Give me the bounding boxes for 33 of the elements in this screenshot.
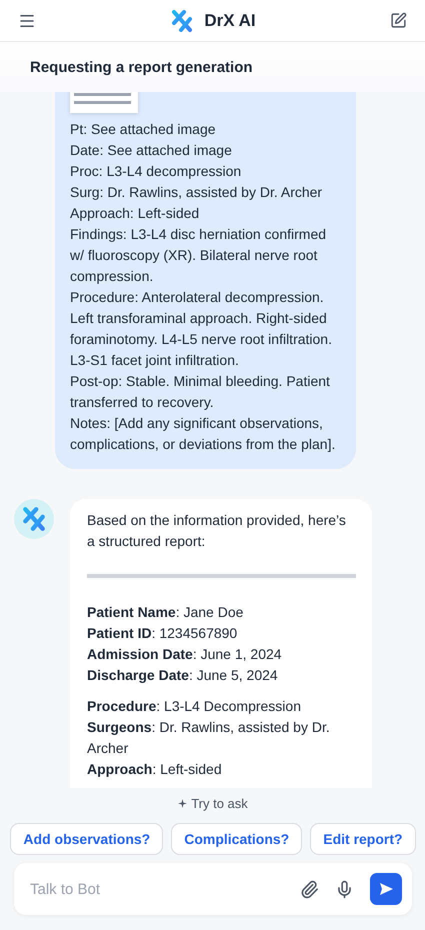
message-text-field[interactable]: Talk to Bot: [28, 880, 284, 898]
suggestions-label: Try to ask: [191, 796, 248, 811]
message-text: Based on the information provided, here’s a structured report:: [87, 511, 347, 551]
report-field: Discharge Date: June 5, 2024: [87, 665, 356, 686]
app-title: DrX AI: [204, 10, 256, 30]
report-field: Patient ID: 1234567890: [87, 623, 356, 644]
suggestion-chip[interactable]: Add observations?: [10, 823, 164, 855]
send-icon: [378, 881, 394, 897]
report-field: Surgeons: Dr. Rawlins, assisted by Dr. Archer: [87, 717, 356, 759]
sparkle-icon: [178, 799, 188, 808]
message-text: Date: See attached image: [70, 141, 232, 160]
message-text: Approach: Left-sided: [70, 204, 200, 223]
message-text: Findings: L3-L4 disc herniation confirmed w/ fluoroscopy (XR). Bilateral nerve root compression.: [70, 225, 328, 286]
send-button[interactable]: [370, 873, 402, 905]
message-text: Procedure: Anterolateral decompression. Left transforaminal approach. Right-sided foraminotomy. L4-L5 nerve root infiltration. L3-S1 facet joint infiltration.: [70, 288, 333, 370]
report-field: Procedure: L3-L4 Decompression: [87, 696, 356, 717]
message-input[interactable]: Talk to Bot: [14, 863, 412, 915]
message-text: Surg: Dr. Rawlins, assisted by Dr. Archer: [70, 183, 322, 202]
logo-icon: [170, 8, 194, 32]
paperclip-icon[interactable]: [300, 880, 319, 898]
microphone-icon[interactable]: [335, 880, 354, 898]
message-text: Proc: L3-L4 decompression: [70, 162, 242, 181]
message-text: Pt: See attached image: [70, 120, 216, 139]
message-text: Notes: [Add any significant observations, complications, or deviations from the plan].: [70, 414, 336, 454]
suggestion-chip[interactable]: Edit report?: [310, 823, 416, 855]
suggestion-chip[interactable]: Complications?: [171, 823, 302, 855]
bot-logo-icon: [21, 506, 47, 532]
report-field: Patient Name: Jane Doe: [87, 602, 356, 623]
new-chat-icon[interactable]: [390, 12, 407, 29]
conversation-title: Requesting a report generation: [30, 58, 253, 76]
message-text: Post-op: Stable. Minimal bleeding. Patient transferred to recovery.: [70, 372, 331, 412]
report-field: Approach: Left-sided: [87, 759, 356, 780]
report-field: Admission Date: June 1, 2024: [87, 644, 356, 665]
